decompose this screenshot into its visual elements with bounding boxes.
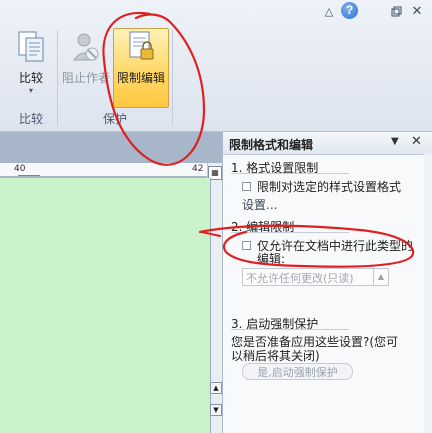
minimize-ribbon-icon[interactable]: △: [322, 4, 336, 18]
ruler-mark: 40: [14, 164, 26, 174]
restrict-editing-icon: [129, 31, 154, 60]
ribbon-top-strip: [0, 0, 432, 24]
editing-restriction-checkbox[interactable]: [242, 241, 251, 250]
restrict-formatting-pane: 限制格式和编辑 ▼ ✕ 1. 格式设置限制 限制对选定的样式设置格式 设置...…: [222, 132, 432, 433]
restrict-editing-label: 限制编辑: [116, 71, 165, 85]
block-authors-icon: [73, 33, 99, 61]
close-icon[interactable]: ✕: [410, 4, 424, 19]
editing-type-dropdown[interactable]: 不允许任何更改(只读) ▲: [242, 268, 389, 286]
restore-icon[interactable]: [389, 4, 403, 18]
pane-scrollbar[interactable]: [424, 154, 432, 433]
compare-button[interactable]: 比较 ▾: [14, 30, 48, 95]
help-icon[interactable]: ?: [341, 2, 358, 19]
pane-menu-chevron-icon[interactable]: ▼: [391, 136, 399, 147]
pane-title: 限制格式和编辑: [229, 138, 314, 152]
compare-dropdown-arrow-icon: ▾: [28, 86, 33, 95]
group-separator: [172, 30, 173, 126]
enforcement-question-line2: 以稍后将其关闭): [231, 349, 320, 363]
settings-link[interactable]: 设置...: [242, 196, 277, 213]
divider: [231, 173, 349, 174]
block-authors-button[interactable]: 阻止作者: [60, 30, 112, 86]
format-restriction-label: 限制对选定的样式设置格式: [257, 180, 402, 194]
block-authors-label: 阻止作者: [61, 71, 110, 85]
editing-restriction-label-line2: 编辑:: [257, 252, 286, 266]
format-restriction-checkbox[interactable]: [242, 182, 251, 191]
divider: [231, 232, 349, 233]
page-navigation-icon[interactable]: ▲: [210, 382, 222, 394]
dropdown-value: 不允许任何更改(只读): [246, 272, 354, 285]
divider: [231, 329, 349, 330]
document-page[interactable]: [0, 178, 211, 433]
group-label-protect: 保护: [102, 112, 127, 126]
compare-label: 比较: [18, 71, 43, 85]
group-label-compare: 比较: [18, 112, 43, 126]
ruler-mark: 42: [192, 164, 204, 174]
compare-documents-icon: [18, 31, 44, 62]
group-separator: [57, 30, 58, 126]
ruler-indent-marker[interactable]: [18, 175, 40, 176]
pane-header: 限制格式和编辑 ▼ ✕: [223, 132, 432, 155]
ribbon: △ ? ✕ 比较 ▾ 比较 阻止作者 限制编辑 保护: [0, 0, 432, 132]
dropdown-arrow-icon[interactable]: ▲: [373, 269, 388, 285]
restrict-editing-button[interactable]: 限制编辑: [113, 30, 169, 86]
horizontal-ruler: 40 42: [0, 163, 207, 177]
start-enforcing-button[interactable]: 是,启动强制保护: [242, 363, 353, 380]
pane-close-icon[interactable]: ✕: [411, 134, 422, 149]
page-navigation-icon[interactable]: ▼: [210, 404, 222, 416]
